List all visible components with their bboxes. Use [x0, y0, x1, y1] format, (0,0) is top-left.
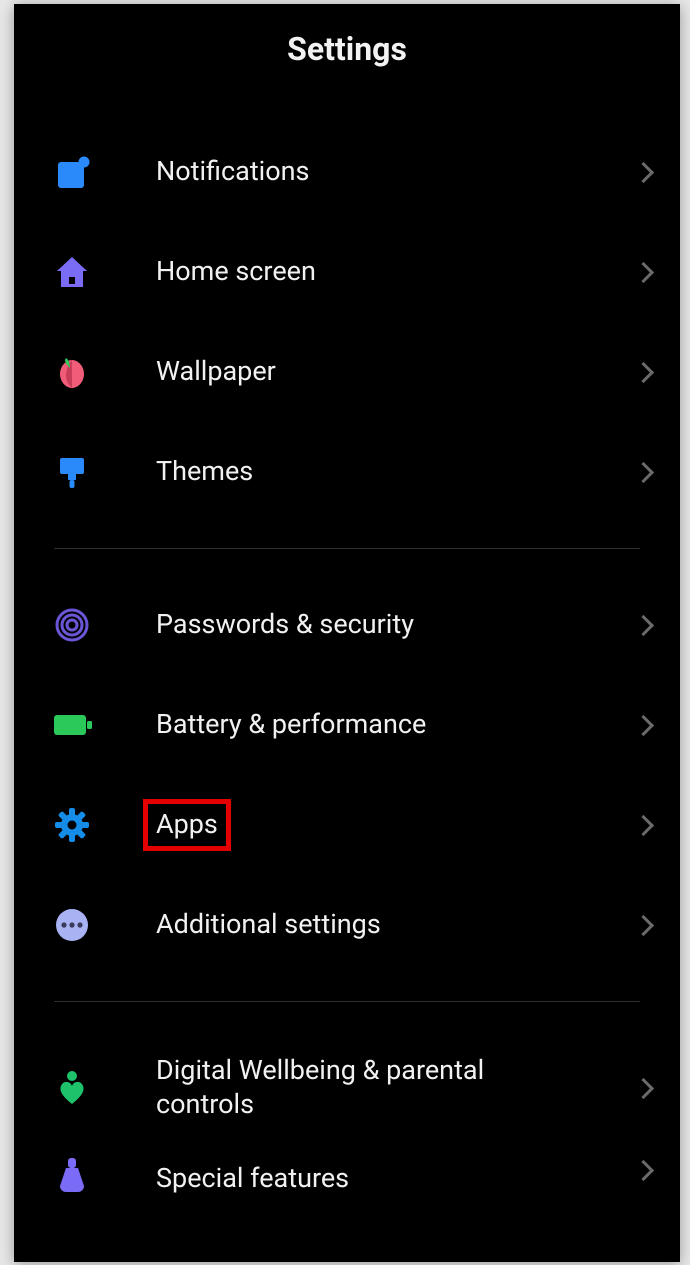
heart-person-icon [54, 1068, 98, 1108]
chevron-right-icon [636, 711, 652, 739]
row-themes[interactable]: Themes [14, 422, 680, 522]
row-label: Notifications [146, 149, 319, 195]
gear-icon [54, 807, 98, 843]
row-additional-settings[interactable]: Additional settings [14, 875, 680, 975]
row-label: Themes [146, 449, 263, 495]
chevron-right-icon [636, 158, 652, 186]
row-special-features[interactable]: Special features [14, 1148, 680, 1208]
row-label: Home screen [146, 249, 326, 295]
chevron-right-icon [636, 1074, 652, 1102]
row-label: Battery & performance [146, 702, 436, 748]
fingerprint-icon [54, 607, 98, 643]
row-label: Digital Wellbeing & parental controls [146, 1048, 566, 1128]
home-icon [54, 254, 98, 290]
chevron-right-icon [636, 911, 652, 939]
row-label: Special features [146, 1156, 359, 1202]
chevron-right-icon [636, 811, 652, 839]
row-apps[interactable]: Apps [14, 775, 680, 875]
section-divider [54, 548, 640, 549]
flower-icon [54, 354, 98, 390]
notification-badge-icon [54, 154, 98, 190]
chevron-right-icon [636, 611, 652, 639]
header: Settings [14, 4, 680, 94]
row-label: Passwords & security [146, 602, 424, 648]
row-label: Apps [146, 802, 228, 848]
chevron-right-icon [636, 358, 652, 386]
brush-icon [54, 454, 98, 490]
flask-icon [54, 1156, 98, 1192]
chevron-right-icon [636, 458, 652, 486]
row-battery[interactable]: Battery & performance [14, 675, 680, 775]
chevron-right-icon [636, 1156, 652, 1184]
page-title: Settings [287, 30, 407, 68]
chevron-right-icon [636, 258, 652, 286]
settings-list: Notifications Home screen Wallpap [14, 122, 680, 1208]
row-wallpaper[interactable]: Wallpaper [14, 322, 680, 422]
section-divider [54, 1001, 640, 1002]
row-notifications[interactable]: Notifications [14, 122, 680, 222]
row-passwords-security[interactable]: Passwords & security [14, 575, 680, 675]
row-label: Additional settings [146, 902, 391, 948]
row-home-screen[interactable]: Home screen [14, 222, 680, 322]
dots-icon [54, 907, 98, 943]
battery-icon [54, 713, 98, 737]
row-label: Wallpaper [146, 349, 286, 395]
settings-screen: Settings Notifications Home screen [14, 4, 680, 1262]
row-digital-wellbeing[interactable]: Digital Wellbeing & parental controls [14, 1028, 680, 1148]
